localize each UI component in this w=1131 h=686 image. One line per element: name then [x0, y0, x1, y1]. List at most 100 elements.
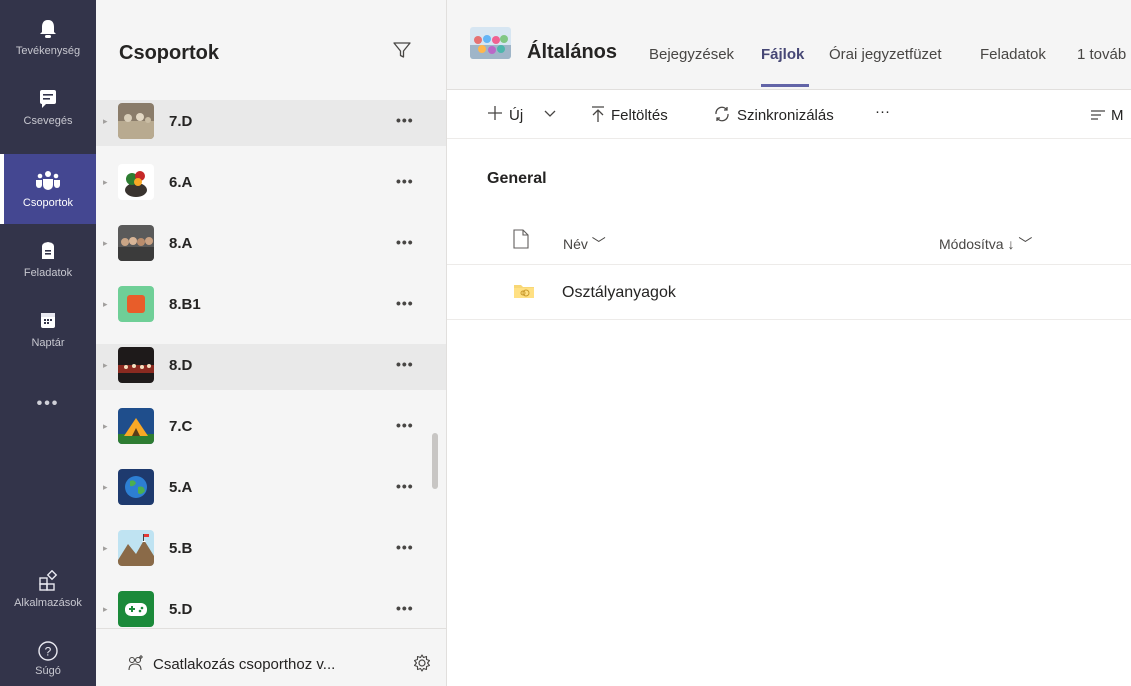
team-more-button[interactable]: ••• — [396, 112, 414, 128]
expand-caret-icon[interactable]: ▸ — [103, 543, 108, 554]
expand-caret-icon[interactable]: ▸ — [103, 482, 108, 493]
files-toolbar: Új Feltöltés Szinkronizálás ··· M — [447, 91, 1131, 139]
team-name: 8.D — [169, 357, 193, 374]
teams-scrollbar[interactable] — [432, 433, 438, 489]
teams-icon — [0, 170, 96, 194]
column-header-name-label: Név — [563, 236, 588, 252]
view-options-button[interactable]: M — [1111, 107, 1124, 124]
calendar-icon — [0, 310, 96, 334]
file-name: Osztályanyagok — [562, 284, 676, 301]
team-avatar — [118, 469, 154, 505]
team-row-8d[interactable]: ▸ 8.D ••• — [96, 344, 446, 390]
team-avatar — [118, 347, 154, 383]
view-options-icon[interactable] — [1090, 108, 1106, 127]
upload-button[interactable]: Feltöltés — [611, 107, 668, 124]
team-name: 5.A — [169, 479, 193, 496]
tab-assignments[interactable]: Feladatok — [980, 46, 1046, 63]
plus-icon[interactable] — [487, 105, 503, 126]
apps-icon — [0, 569, 96, 594]
tab-files[interactable]: Fájlok — [761, 46, 804, 63]
team-row-6a[interactable]: ▸ 6.A ••• — [96, 161, 446, 207]
rail-label-assignments: Feladatok — [23, 267, 73, 279]
rail-label-teams: Csoportok — [22, 197, 74, 209]
rail-item-apps[interactable]: Alkalmazások — [0, 569, 96, 640]
file-type-icon — [513, 229, 529, 254]
team-row-7c[interactable]: ▸ 7.C ••• — [96, 405, 446, 451]
join-team-icon — [126, 653, 146, 678]
team-more-button[interactable]: ••• — [396, 478, 414, 494]
sync-button[interactable]: Szinkronizálás — [737, 107, 834, 124]
teams-panel: Csoportok ▸ 7.D ••• ▸ 6.A ••• ▸ 8.A ••• … — [96, 0, 447, 686]
channel-title: Általános — [527, 41, 618, 63]
team-name: 5.B — [169, 540, 193, 557]
folder-breadcrumb: General — [487, 170, 547, 187]
expand-caret-icon[interactable]: ▸ — [103, 116, 108, 127]
expand-caret-icon[interactable]: ▸ — [103, 421, 108, 432]
rail-item-teams[interactable]: Csoportok — [0, 154, 96, 224]
svg-text:?: ? — [45, 645, 52, 659]
chat-icon — [0, 88, 96, 112]
chevron-down-icon: ﹀ — [591, 236, 606, 252]
rail-item-assignments[interactable]: Feladatok — [0, 240, 96, 310]
team-name: 8.B1 — [169, 296, 201, 313]
tab-posts[interactable]: Bejegyzések — [649, 46, 734, 63]
expand-caret-icon[interactable]: ▸ — [103, 604, 108, 615]
team-header-avatar — [470, 27, 511, 59]
team-more-button[interactable]: ••• — [396, 234, 414, 250]
upload-icon[interactable] — [590, 105, 606, 128]
list-divider — [447, 319, 1131, 320]
team-avatar — [118, 591, 154, 627]
gear-icon[interactable] — [412, 653, 432, 678]
team-more-button[interactable]: ••• — [396, 417, 414, 433]
folder-icon — [513, 282, 535, 305]
rail-item-calendar[interactable]: Naptár — [0, 310, 96, 380]
team-more-button[interactable]: ••• — [396, 356, 414, 372]
team-row-8b1[interactable]: ▸ 8.B1 ••• — [96, 283, 446, 329]
rail-item-activity[interactable]: Tevékenység — [0, 18, 96, 88]
team-avatar — [118, 286, 154, 322]
team-row-5b[interactable]: ▸ 5.B ••• — [96, 527, 446, 573]
team-more-button[interactable]: ••• — [396, 539, 414, 555]
expand-caret-icon[interactable]: ▸ — [103, 177, 108, 188]
filter-icon[interactable] — [392, 40, 412, 65]
team-row-5a[interactable]: ▸ 5.A ••• — [96, 466, 446, 512]
team-avatar — [118, 164, 154, 200]
new-button[interactable]: Új — [509, 107, 523, 124]
more-apps-button[interactable]: ••• — [0, 395, 96, 413]
active-tab-indicator — [761, 84, 809, 87]
expand-caret-icon[interactable]: ▸ — [103, 238, 108, 249]
team-avatar — [118, 530, 154, 566]
team-avatar — [118, 103, 154, 139]
chevron-down-icon[interactable] — [543, 105, 557, 126]
team-name: 7.D — [169, 113, 193, 130]
team-name: 5.D — [169, 601, 193, 618]
main-content: Általános Bejegyzések Fájlok Órai jegyze… — [447, 0, 1131, 686]
panel-title: Csoportok — [119, 42, 219, 64]
column-header-modified-label: Módosítva ↓ — [939, 236, 1015, 252]
rail-item-chat[interactable]: Csevegés — [0, 88, 96, 158]
toolbar-more-button[interactable]: ··· — [875, 103, 890, 120]
rail-item-help[interactable]: ? Súgó — [0, 640, 96, 686]
team-row-8a[interactable]: ▸ 8.A ••• — [96, 222, 446, 268]
column-header-name[interactable]: Név ﹀ — [563, 234, 606, 254]
rail-label-apps: Alkalmazások — [14, 597, 82, 609]
list-divider — [447, 264, 1131, 265]
team-more-button[interactable]: ••• — [396, 173, 414, 189]
assignments-icon — [0, 240, 96, 264]
team-name: 7.C — [169, 418, 193, 435]
tab-class-notebook[interactable]: Órai jegyzetfüzet — [829, 46, 942, 63]
join-team-bar[interactable]: Csatlakozás csoporthoz v... — [96, 628, 446, 686]
team-name: 8.A — [169, 235, 193, 252]
expand-caret-icon[interactable]: ▸ — [103, 299, 108, 310]
column-header-modified[interactable]: Módosítva ↓ ﹀ — [939, 234, 1032, 254]
rail-label-help: Súgó — [35, 665, 61, 677]
tab-more[interactable]: 1 továb — [1077, 46, 1126, 63]
team-avatar — [118, 408, 154, 444]
team-row-7d[interactable]: ▸ 7.D ••• — [96, 100, 446, 146]
expand-caret-icon[interactable]: ▸ — [103, 360, 108, 371]
sync-icon[interactable] — [713, 105, 731, 128]
team-more-button[interactable]: ••• — [396, 600, 414, 616]
join-team-label: Csatlakozás csoporthoz v... — [153, 656, 336, 673]
team-more-button[interactable]: ••• — [396, 295, 414, 311]
rail-label-chat: Csevegés — [23, 115, 73, 127]
